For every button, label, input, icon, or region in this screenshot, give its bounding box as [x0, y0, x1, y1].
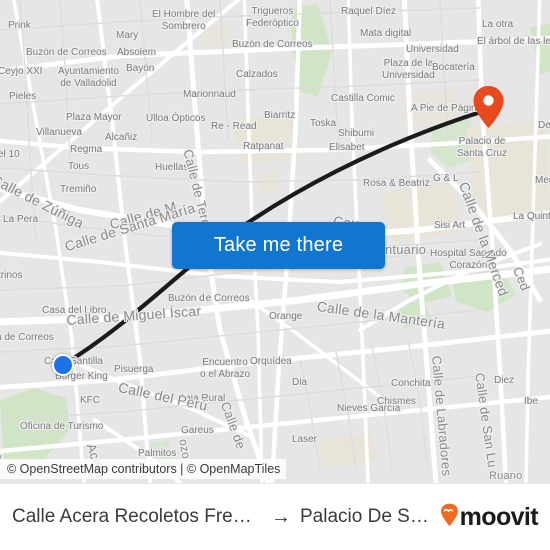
moovit-route-map-screen: Prink El Hombre del Sombrero Trigueros Feder… — [0, 0, 550, 550]
route-summary[interactable]: Calle Acera Recoletos Frente 2 Es... → P… — [12, 506, 432, 529]
take-me-there-label: Take me there — [213, 234, 344, 256]
map-attribution[interactable]: © OpenStreetMap contributors | © OpenMap… — [0, 459, 287, 479]
map-canvas[interactable]: Prink El Hombre del Sombrero Trigueros Feder… — [0, 0, 550, 483]
origin-point-marker[interactable] — [52, 354, 74, 376]
route-destination-label: Palacio De Sa... — [300, 506, 432, 527]
route-origin-label: Calle Acera Recoletos Frente 2 Es... — [12, 506, 262, 527]
moovit-wordmark: moovit — [459, 502, 539, 531]
arrow-right-icon: → — [271, 505, 291, 528]
destination-pin-marker[interactable] — [472, 85, 505, 129]
take-me-there-button[interactable]: Take me there — [172, 222, 385, 269]
moovit-droplet-icon — [440, 503, 459, 532]
moovit-logo[interactable]: moovit — [440, 502, 539, 532]
route-footer-bar: Calle Acera Recoletos Frente 2 Es... → P… — [0, 483, 550, 550]
